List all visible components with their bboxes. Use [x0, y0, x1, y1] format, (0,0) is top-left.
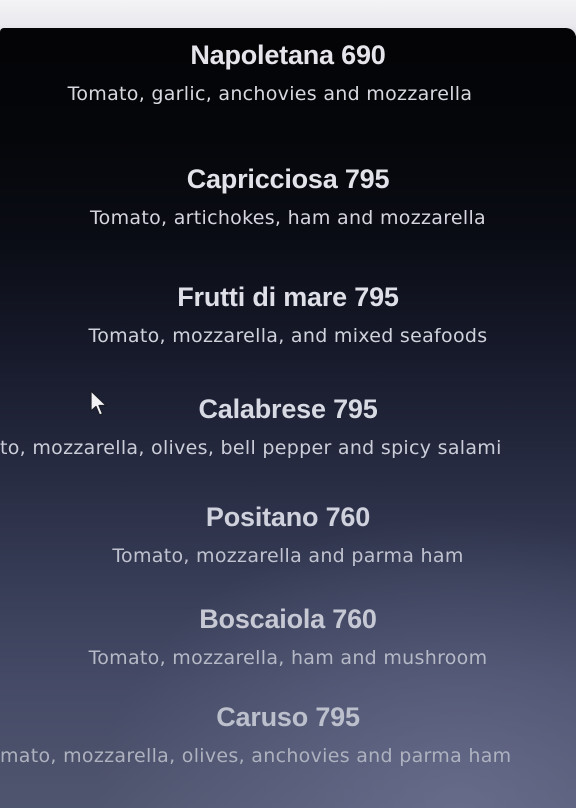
menu-item-positano: Positano 760 Tomato, mozzarella and parm… — [0, 502, 576, 567]
menu-item-description: to, mozzarella, olives, bell pepper and … — [0, 437, 502, 459]
menu-item-title: Capricciosa 795 — [186, 164, 390, 194]
menu-item-description: Tomato, artichokes, ham and mozzarella — [89, 207, 487, 229]
menu-item-title: Caruso 795 — [216, 702, 360, 732]
menu-screen: Napoletana 690 Tomato, garlic, anchovies… — [0, 28, 576, 808]
menu-item-boscaiola: Boscaiola 760 Tomato, mozzarella, ham an… — [0, 604, 576, 669]
menu-item-capricciosa: Capricciosa 795 Tomato, artichokes, ham … — [0, 164, 576, 229]
menu-item-description: Tomato, garlic, anchovies and mozzarella — [67, 83, 473, 105]
menu-item-title: Positano 760 — [205, 502, 371, 532]
menu-item-napoletana: Napoletana 690 Tomato, garlic, anchovies… — [0, 40, 576, 105]
pizza-menu-list: Napoletana 690 Tomato, garlic, anchovies… — [0, 28, 576, 808]
menu-item-title: Napoletana 690 — [190, 40, 386, 70]
menu-item-title: Frutti di mare 795 — [177, 282, 399, 312]
menu-item-title: Boscaiola 760 — [199, 604, 377, 634]
menu-item-title: Calabrese 795 — [198, 394, 378, 424]
mouse-pointer-shape — [90, 390, 107, 416]
menu-item-description: Tomato, mozzarella, ham and mushroom — [88, 647, 488, 669]
menu-item-description: Tomato, mozzarella and parma ham — [112, 545, 464, 567]
menu-item-description: Tomato, mozzarella, and mixed seafoods — [88, 325, 488, 347]
menu-item-description: mato, mozzarella, olives, anchovies and … — [0, 745, 512, 767]
menu-item-frutti-di-mare: Frutti di mare 795 Tomato, mozzarella, a… — [0, 282, 576, 347]
mouse-pointer-icon — [90, 390, 107, 416]
menu-item-calabrese: Calabrese 795 to, mozzarella, olives, be… — [0, 394, 576, 459]
menu-item-caruso: Caruso 795 mato, mozzarella, olives, anc… — [0, 702, 576, 767]
